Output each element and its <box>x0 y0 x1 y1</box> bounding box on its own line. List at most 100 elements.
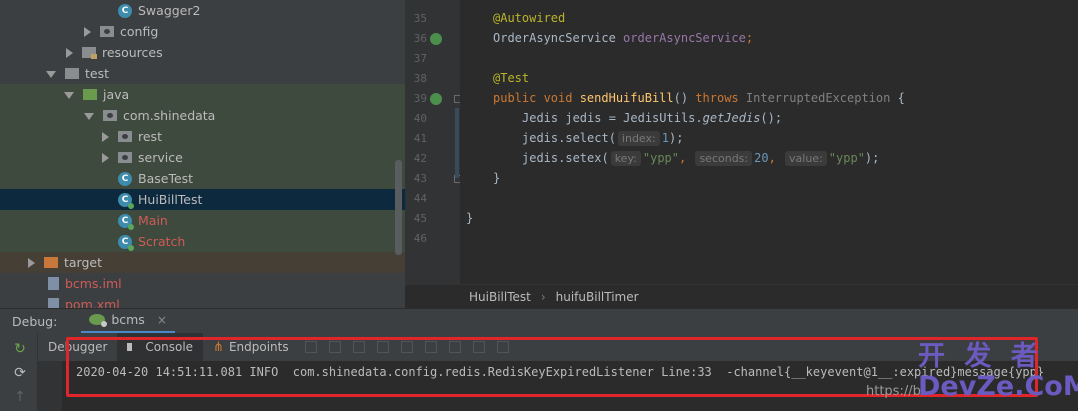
line-number: 44 <box>413 192 427 205</box>
tree-item-pom-xml[interactable]: pom.xml <box>0 294 405 308</box>
line-number: 41 <box>413 132 427 145</box>
chevron-right-icon[interactable] <box>66 47 73 58</box>
chevron-down-icon[interactable] <box>46 71 56 78</box>
tree-item-com-shinedata[interactable]: com.shinedata <box>0 105 405 126</box>
tab-console[interactable]: Console <box>117 333 204 361</box>
code-line: jedis.select(index: 1); <box>522 131 684 146</box>
code-line: } <box>466 211 474 225</box>
project-tree-panel: C Swagger2 config resources test java co… <box>0 0 405 308</box>
tree-item-label: target <box>64 255 103 270</box>
runnable-class-icon: C <box>118 192 134 209</box>
restart-icon[interactable]: ⟳ <box>12 365 28 381</box>
module-file-icon <box>48 277 59 290</box>
debug-session-label: bcms <box>111 312 145 327</box>
project-scrollbar[interactable] <box>395 160 402 255</box>
tree-item-service[interactable]: service <box>0 147 405 168</box>
line-number: 45 <box>413 212 427 225</box>
tree-item-rest[interactable]: rest <box>0 126 405 147</box>
tree-item-scratch[interactable]: C Scratch <box>0 231 405 252</box>
tree-item-config[interactable]: config <box>0 21 405 42</box>
ide-window: C Swagger2 config resources test java co… <box>0 0 1078 411</box>
code-line: } <box>493 171 501 185</box>
chevron-right-icon[interactable] <box>28 257 35 268</box>
tab-label: Debugger <box>48 340 108 354</box>
debug-tool-window-header: Debug: bcms × <box>0 308 1078 334</box>
tree-item-label: com.shinedata <box>123 108 216 123</box>
tree-item-resources[interactable]: resources <box>0 42 405 63</box>
force-step-into-icon[interactable] <box>376 341 389 353</box>
package-icon <box>103 110 117 121</box>
console-icon <box>127 343 137 351</box>
code-line: @Test <box>493 71 530 85</box>
console-gutter <box>38 361 62 411</box>
tree-item-label: bcms.iml <box>65 276 122 291</box>
code-editor[interactable]: @Autowired OrderAsyncService orderAsyncS… <box>460 0 1078 284</box>
tree-item-target[interactable]: target <box>0 252 405 273</box>
code-line: jedis.setex(key: "ypp", seconds: 20, value… <box>522 151 880 166</box>
tab-label: Endpoints <box>228 340 289 354</box>
chevron-right-icon[interactable] <box>84 26 91 37</box>
resources-folder-icon <box>82 47 97 59</box>
parameter-hint: seconds: <box>695 151 753 166</box>
code-line: OrderAsyncService orderAsyncService; <box>493 31 754 45</box>
debug-session-tab[interactable]: bcms × <box>81 309 175 334</box>
line-number: 37 <box>413 52 427 65</box>
resume-icon[interactable]: ↑ <box>12 389 28 405</box>
tree-item-label: rest <box>138 129 162 144</box>
step-into-icon[interactable] <box>352 341 365 353</box>
breadcrumb-class[interactable]: HuiBillTest <box>469 290 531 304</box>
tab-label: Console <box>145 340 194 354</box>
runnable-class-icon: C <box>118 234 134 251</box>
tree-item-java[interactable]: java <box>0 84 405 105</box>
log-line: 2020-04-20 14:51:11.081 INFO com.shineda… <box>76 365 1045 379</box>
runnable-class-icon: C <box>118 213 134 230</box>
tree-item-label: Scratch <box>138 234 186 249</box>
bean-navigation-icon[interactable] <box>430 33 442 45</box>
watermark-url: https://b <box>866 384 921 399</box>
tree-item-label: service <box>138 150 183 165</box>
tree-item-basetest[interactable]: C BaseTest <box>0 168 405 189</box>
maven-file-icon <box>48 298 59 308</box>
run-test-icon[interactable] <box>430 93 442 105</box>
tree-item-label: BaseTest <box>138 171 194 186</box>
parameter-hint: key: <box>610 151 641 166</box>
breadcrumb-method[interactable]: huifuBillTimer <box>556 290 639 304</box>
close-icon[interactable]: × <box>157 313 167 327</box>
tree-item-label: resources <box>102 45 163 60</box>
evaluate-icon[interactable] <box>472 341 485 353</box>
menu-icon[interactable] <box>304 341 317 353</box>
drop-frame-icon[interactable] <box>424 341 437 353</box>
tab-endpoints[interactable]: ⋔ Endpoints <box>203 333 299 361</box>
run-to-cursor-icon[interactable] <box>448 341 461 353</box>
code-line: public void sendHuifuBill() throws Inter… <box>493 91 905 105</box>
tab-debugger[interactable]: Debugger <box>38 333 117 361</box>
line-number: 36 <box>413 32 427 45</box>
endpoints-icon: ⋔ <box>213 339 224 355</box>
parameter-hint: value: <box>785 151 827 166</box>
step-over-icon[interactable] <box>328 341 341 353</box>
rerun-icon[interactable]: ↻ <box>12 341 28 357</box>
chevron-right-icon[interactable] <box>102 152 109 163</box>
tree-item-test[interactable]: test <box>0 63 405 84</box>
tree-item-huibilltest[interactable]: C HuiBillTest <box>0 189 405 210</box>
tree-item-main[interactable]: C Main <box>0 210 405 231</box>
tree-item-swagger2[interactable]: C Swagger2 <box>0 0 405 21</box>
excluded-folder-icon <box>44 257 58 268</box>
chevron-down-icon[interactable] <box>64 92 74 99</box>
tree-item-label: config <box>120 24 159 39</box>
parameter-hint: index: <box>617 131 660 146</box>
chevron-down-icon[interactable] <box>84 113 94 120</box>
tree-item-label: java <box>103 87 130 102</box>
chevron-right-icon[interactable] <box>102 131 109 142</box>
breadcrumb: HuiBillTest › huifuBillTimer <box>405 284 1078 308</box>
settings-icon[interactable] <box>496 341 509 353</box>
tree-item-bcms-iml[interactable]: bcms.iml <box>0 273 405 294</box>
step-out-icon[interactable] <box>400 341 413 353</box>
tree-item-label: HuiBillTest <box>138 192 203 207</box>
editor-gutter: 35 36 37 38 39 40 41 42 43 44 45 46 <box>405 0 462 284</box>
debug-label: Debug: <box>12 313 58 329</box>
line-number: 40 <box>413 112 427 125</box>
method-scope-marker <box>455 108 459 178</box>
tree-item-label: pom.xml <box>65 297 120 308</box>
package-icon <box>118 152 132 163</box>
